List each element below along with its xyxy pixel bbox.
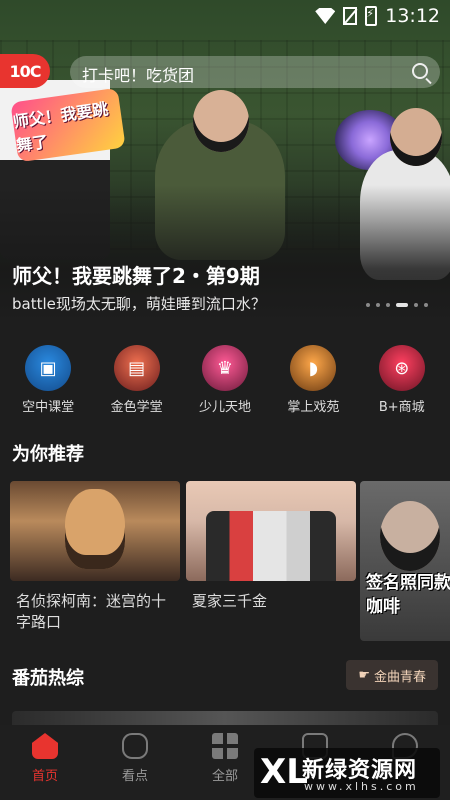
classroom-icon: ▣ (25, 345, 72, 391)
hero-subtitle: battle现场太无聊，萌娃睡到流口水？ (12, 295, 266, 313)
watermark: XL 新绿资源网 www.xlhs.com (254, 748, 440, 798)
recommend-card[interactable]: 夏家三千金 (186, 481, 356, 612)
no-sim-icon (343, 7, 358, 25)
school-icon: ▤ (113, 345, 160, 391)
top-bar: 10C 打卡吧！吃货团 (0, 52, 450, 90)
search-placeholder: 打卡吧！吃货团 (82, 66, 195, 85)
kids-icon: ♛ (201, 345, 248, 391)
category-kids[interactable]: ♛ 少儿天地 (183, 345, 267, 415)
carousel-dot[interactable] (414, 303, 418, 307)
grid-icon (212, 733, 238, 759)
watermark-url: www.xlhs.com (304, 780, 419, 793)
hero-title[interactable]: 师父！我要跳舞了2・第9期 (12, 260, 260, 289)
wifi-icon (315, 8, 336, 24)
variety-tag[interactable]: ☛ 金曲青春 (346, 660, 438, 690)
home-icon (32, 733, 58, 759)
status-bar: 13:12 (315, 5, 440, 27)
tab-highlights[interactable]: 看点 (95, 733, 175, 800)
category-row: ▣ 空中课堂 ▤ 金色学堂 ♛ 少儿天地 ◗ 掌上戏苑 ⊛ B+商城 (0, 345, 450, 415)
recommend-card[interactable]: 名侦探柯南：迷宫的十字路口 (10, 481, 180, 633)
app-logo[interactable]: 10C (0, 54, 50, 88)
watermark-logo: XL (260, 752, 308, 792)
promo-card[interactable]: 签名照同款咖啡 (360, 481, 450, 641)
battery-charging-icon (365, 6, 378, 26)
recommend-title: 为你推荐 (12, 444, 84, 465)
carousel-dot[interactable] (424, 303, 428, 307)
promo-thumbnail: 签名照同款咖啡 (360, 481, 450, 641)
recommend-thumbnail (186, 481, 356, 581)
category-opera[interactable]: ◗ 掌上戏苑 (271, 345, 355, 415)
tab-all[interactable]: 全部 (185, 733, 265, 800)
carousel-dot[interactable] (366, 303, 370, 307)
sofa-icon (122, 733, 148, 759)
variety-title: 番茄热综 (12, 668, 84, 689)
variety-card-preview[interactable] (12, 711, 438, 725)
category-sky-classroom[interactable]: ▣ 空中课堂 (6, 345, 90, 415)
carousel-dot[interactable] (386, 303, 390, 307)
recommend-row: 名侦探柯南：迷宫的十字路口 夏家三千金 签名照同款咖啡 (10, 481, 450, 641)
search-icon[interactable] (412, 63, 428, 79)
opera-fan-icon: ◗ (290, 345, 337, 391)
category-mall[interactable]: ⊛ B+商城 (360, 345, 444, 415)
hero-banner[interactable]: 师父！我要跳舞了 13:12 10C 打卡吧！吃货团 师父！我要跳舞了2・第9期… (0, 0, 450, 325)
recommend-card-title: 夏家三千金 (192, 592, 268, 610)
search-bar[interactable]: 打卡吧！吃货团 (70, 56, 440, 88)
tab-home[interactable]: 首页 (5, 733, 85, 800)
recommend-card-title: 名侦探柯南：迷宫的十字路口 (16, 592, 167, 631)
shopping-cart-icon: ⊛ (378, 345, 425, 391)
status-time: 13:12 (385, 5, 440, 27)
promo-text: 签名照同款咖啡 (366, 573, 450, 617)
carousel-dots[interactable] (366, 303, 428, 307)
carousel-dot[interactable] (396, 303, 408, 307)
carousel-dot[interactable] (376, 303, 380, 307)
category-golden-school[interactable]: ▤ 金色学堂 (95, 345, 179, 415)
pointing-hand-icon: ☛ (358, 667, 370, 683)
recommend-thumbnail (10, 481, 180, 581)
